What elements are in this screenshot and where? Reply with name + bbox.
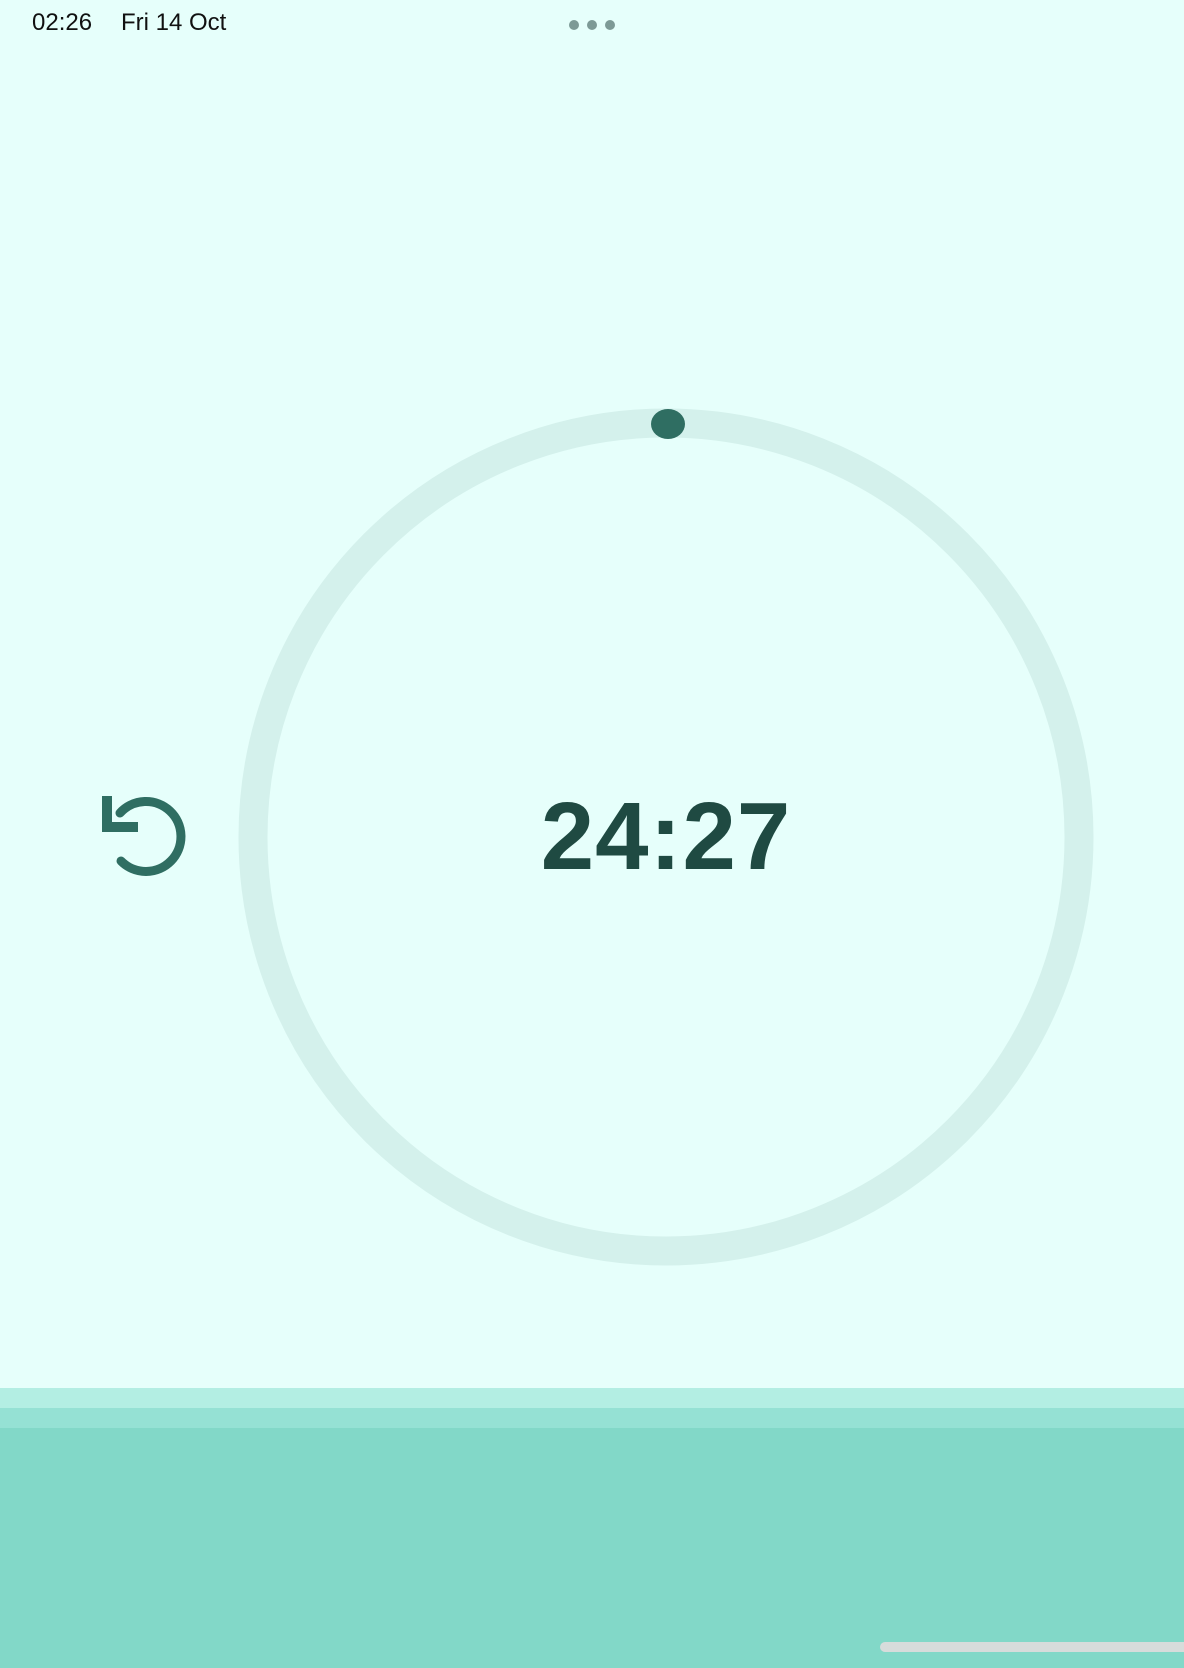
home-indicator[interactable] — [880, 1642, 1184, 1652]
timer-progress-knob[interactable] — [651, 409, 685, 439]
timer-readout: 24:27 — [540, 783, 792, 890]
water-layer-base — [0, 1428, 1184, 1668]
reset-button[interactable] — [92, 786, 188, 882]
timer-screen: 02:26 Fri 14 Oct 24:27 — [0, 0, 1184, 1668]
reset-icon — [102, 796, 186, 876]
